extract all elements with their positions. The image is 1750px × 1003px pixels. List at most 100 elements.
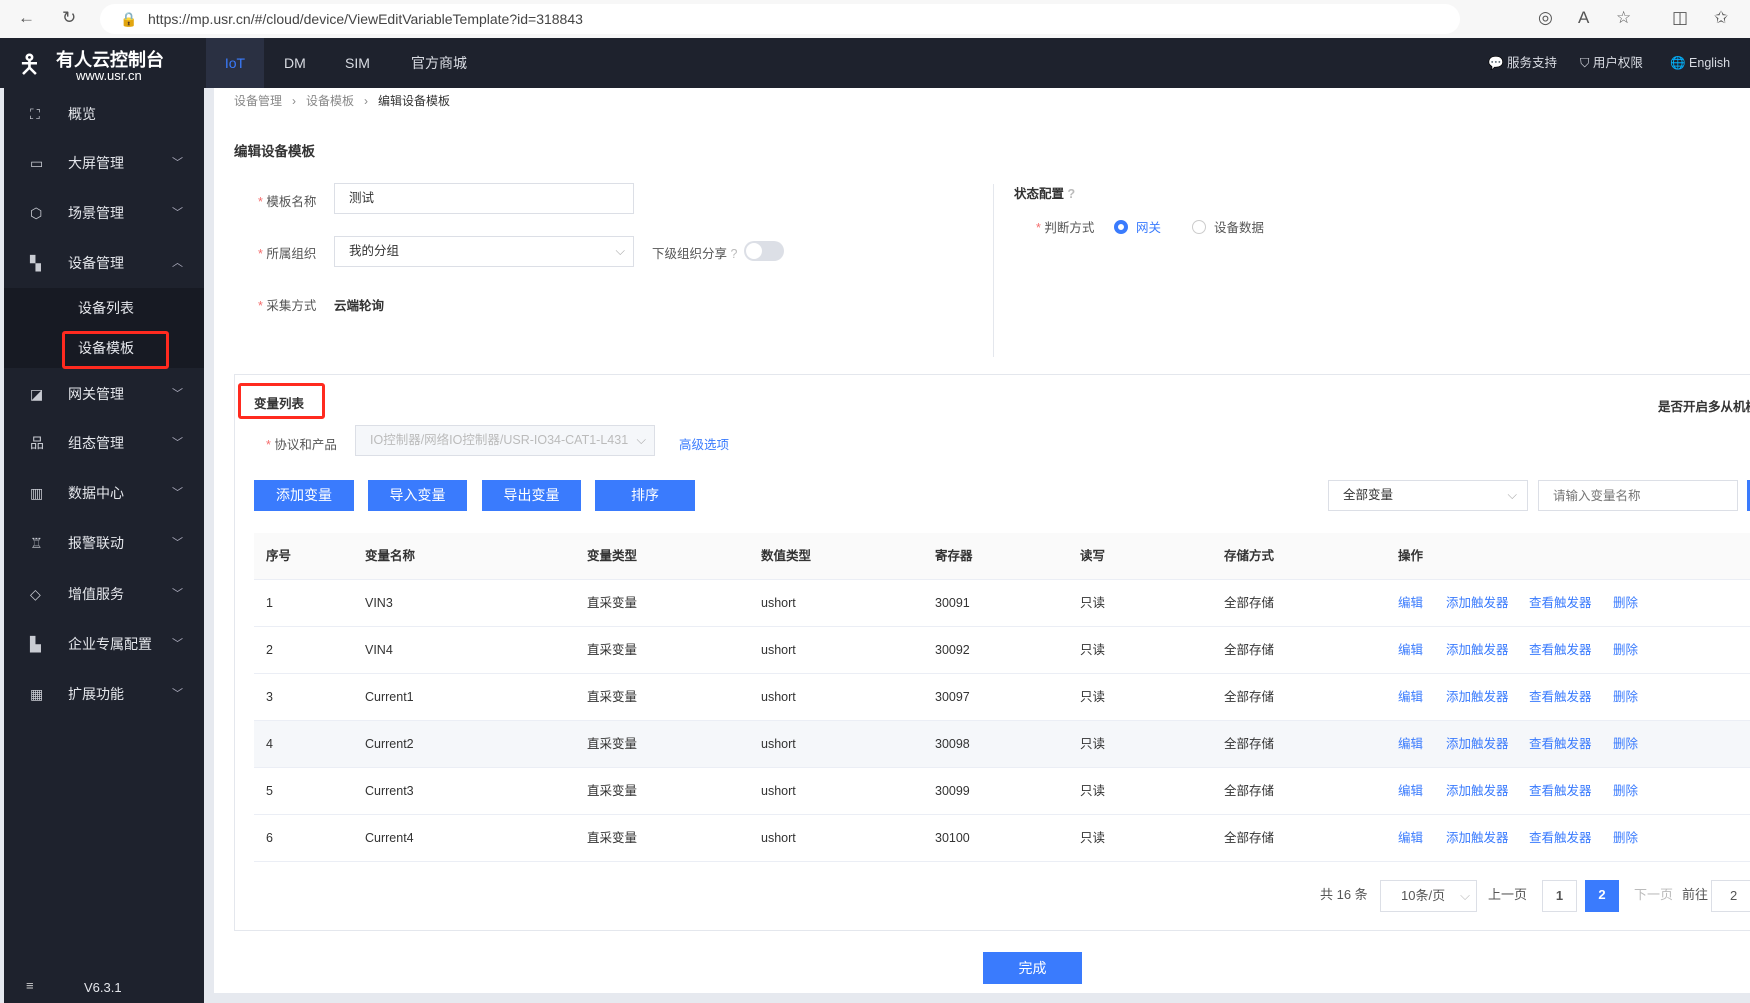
topology-icon: 品: [30, 435, 44, 451]
column-header: 寄存器: [935, 549, 973, 563]
radio-device-data[interactable]: 设备数据: [1192, 217, 1264, 236]
row-action-3[interactable]: 删除: [1613, 721, 1638, 768]
tab-store[interactable]: 官方商城: [411, 38, 467, 88]
reload-icon[interactable]: ↻: [62, 8, 76, 28]
add-variable-button[interactable]: 添加变量: [254, 480, 354, 511]
row-action-3[interactable]: 删除: [1613, 627, 1638, 674]
multi-slave-label: 是否开启多从机模: [1658, 400, 1750, 414]
page-size-select[interactable]: 10条/页 ⌵: [1380, 880, 1477, 912]
column-header: 操作: [1398, 549, 1424, 563]
table-cell: 2: [266, 643, 273, 657]
protocol-select[interactable]: IO控制器/网络IO控制器/USR-IO34-CAT1-L431 ⌵: [355, 425, 655, 456]
table-row: 6 Current4 直采变量 ushort 30100 只读 全部存储 编辑 添加触发器 查看触…: [254, 815, 1750, 862]
row-action-1[interactable]: 添加触发器: [1446, 815, 1509, 862]
sidebar-item-0[interactable]: ⛶ 概览: [4, 92, 204, 136]
service-support-link[interactable]: 💬 服务支持: [1488, 38, 1557, 88]
language-link[interactable]: 🌐 English: [1670, 38, 1730, 88]
bottom-strip: [214, 993, 1750, 1003]
row-action-0[interactable]: 编辑: [1398, 627, 1423, 674]
table-cell: 全部存储: [1224, 737, 1275, 751]
sidebar-item-4[interactable]: ◪ 网关管理 ﹀: [4, 372, 204, 416]
page-2-button[interactable]: 2: [1585, 880, 1619, 912]
sidebar-item-1[interactable]: ▭ 大屏管理 ﹀: [4, 141, 204, 185]
sidebar-item-10[interactable]: ▦ 扩展功能 ﹀: [4, 672, 204, 716]
split-screen-icon[interactable]: ◫: [1672, 8, 1688, 28]
column-header: 变量名称: [365, 549, 416, 563]
chevron-down-icon: ⌵: [615, 244, 625, 258]
import-variable-button[interactable]: 导入变量: [368, 480, 467, 511]
row-action-3[interactable]: 删除: [1613, 768, 1638, 815]
sidebar-subitem-0[interactable]: 设备列表: [4, 288, 204, 328]
advanced-options-link[interactable]: 高级选项: [679, 434, 729, 453]
share-toggle[interactable]: [744, 241, 784, 261]
row-action-0[interactable]: 编辑: [1398, 721, 1423, 768]
breadcrumb-device-management[interactable]: 设备管理: [234, 94, 282, 108]
tab-dm[interactable]: DM: [284, 38, 306, 88]
tab-iot[interactable]: IoT: [206, 38, 264, 88]
row-action-1[interactable]: 添加触发器: [1446, 768, 1509, 815]
next-page-button[interactable]: 下一页: [1634, 880, 1673, 912]
row-action-2[interactable]: 查看触发器: [1529, 674, 1592, 721]
variable-search-input[interactable]: [1538, 480, 1738, 511]
read-aloud-icon[interactable]: A: [1578, 8, 1589, 28]
breadcrumb-device-template[interactable]: 设备模板: [306, 94, 354, 108]
row-action-0[interactable]: 编辑: [1398, 815, 1423, 862]
chevron-down-icon: ﹀: [172, 388, 183, 400]
row-action-3[interactable]: 删除: [1613, 815, 1638, 862]
table-cell: 30092: [935, 643, 970, 657]
sidebar-item-6[interactable]: ▥ 数据中心 ﹀: [4, 471, 204, 515]
table-row: 5 Current3 直采变量 ushort 30099 只读 全部存储 编辑 添加触发器 查看触…: [254, 768, 1750, 815]
chart-icon: ▥: [30, 485, 44, 501]
table-cell: 直采变量: [587, 596, 638, 610]
row-action-1[interactable]: 添加触发器: [1446, 627, 1509, 674]
row-action-3[interactable]: 删除: [1613, 580, 1638, 627]
table-cell: 3: [266, 690, 273, 704]
table-cell: Current1: [365, 690, 414, 704]
sidebar-item-label: 大屏管理: [68, 155, 124, 171]
org-select[interactable]: 我的分组 ⌵: [334, 236, 634, 267]
row-action-2[interactable]: 查看触发器: [1529, 580, 1592, 627]
row-action-0[interactable]: 编辑: [1398, 674, 1423, 721]
prev-page-button[interactable]: 上一页: [1488, 880, 1527, 912]
tab-sim[interactable]: SIM: [345, 38, 370, 88]
row-action-1[interactable]: 添加触发器: [1446, 674, 1509, 721]
row-action-2[interactable]: 查看触发器: [1529, 768, 1592, 815]
row-action-1[interactable]: 添加触发器: [1446, 721, 1509, 768]
url-text: https://mp.usr.cn/#/cloud/device/ViewEdi…: [148, 11, 583, 27]
chevron-down-icon: ﹀: [172, 537, 183, 549]
row-action-2[interactable]: 查看触发器: [1529, 627, 1592, 674]
variable-list-title: 变量列表: [254, 397, 305, 411]
done-button[interactable]: 完成: [983, 952, 1082, 984]
table-cell: VIN4: [365, 643, 393, 657]
page-1-button[interactable]: 1: [1542, 880, 1577, 912]
back-icon[interactable]: ←: [18, 8, 35, 28]
row-action-1[interactable]: 添加触发器: [1446, 580, 1509, 627]
location-icon[interactable]: ◎: [1538, 8, 1553, 28]
radio-gateway[interactable]: 网关: [1114, 217, 1161, 236]
favorite-icon[interactable]: ☆: [1616, 8, 1631, 28]
variable-filter-select[interactable]: 全部变量 ⌵: [1328, 480, 1528, 511]
sidebar-item-5[interactable]: 品 组态管理 ﹀: [4, 421, 204, 465]
table-cell: 30099: [935, 784, 970, 798]
user-permission-link[interactable]: ⛉ 用户权限: [1580, 38, 1643, 88]
goto-page-input[interactable]: 2: [1711, 880, 1750, 912]
collapse-menu-icon[interactable]: ≡: [26, 978, 34, 993]
table-cell: 直采变量: [587, 737, 638, 751]
row-action-2[interactable]: 查看触发器: [1529, 815, 1592, 862]
row-action-0[interactable]: 编辑: [1398, 768, 1423, 815]
sort-button[interactable]: 排序: [595, 480, 695, 511]
device-icon: ▚: [30, 255, 41, 271]
sidebar-item-7[interactable]: ♖ 报警联动 ﹀: [4, 521, 204, 565]
sidebar-item-8[interactable]: ◇ 增值服务 ﹀: [4, 572, 204, 616]
sidebar-item-9[interactable]: ▙ 企业专属配置 ﹀: [4, 622, 204, 666]
sidebar-item-3[interactable]: ▚ 设备管理 ︿: [4, 241, 204, 285]
address-bar[interactable]: 🔒 https://mp.usr.cn/#/cloud/device/ViewEd…: [100, 4, 1460, 34]
row-action-2[interactable]: 查看触发器: [1529, 721, 1592, 768]
sidebar-item-2[interactable]: ⬡ 场景管理 ﹀: [4, 191, 204, 235]
row-action-3[interactable]: 删除: [1613, 674, 1638, 721]
row-action-0[interactable]: 编辑: [1398, 580, 1423, 627]
export-variable-button[interactable]: 导出变量: [482, 480, 581, 511]
template-name-input[interactable]: 测试: [334, 183, 634, 214]
template-name-label: * 模板名称: [258, 195, 317, 209]
favorites-list-icon[interactable]: ✩: [1714, 8, 1728, 28]
